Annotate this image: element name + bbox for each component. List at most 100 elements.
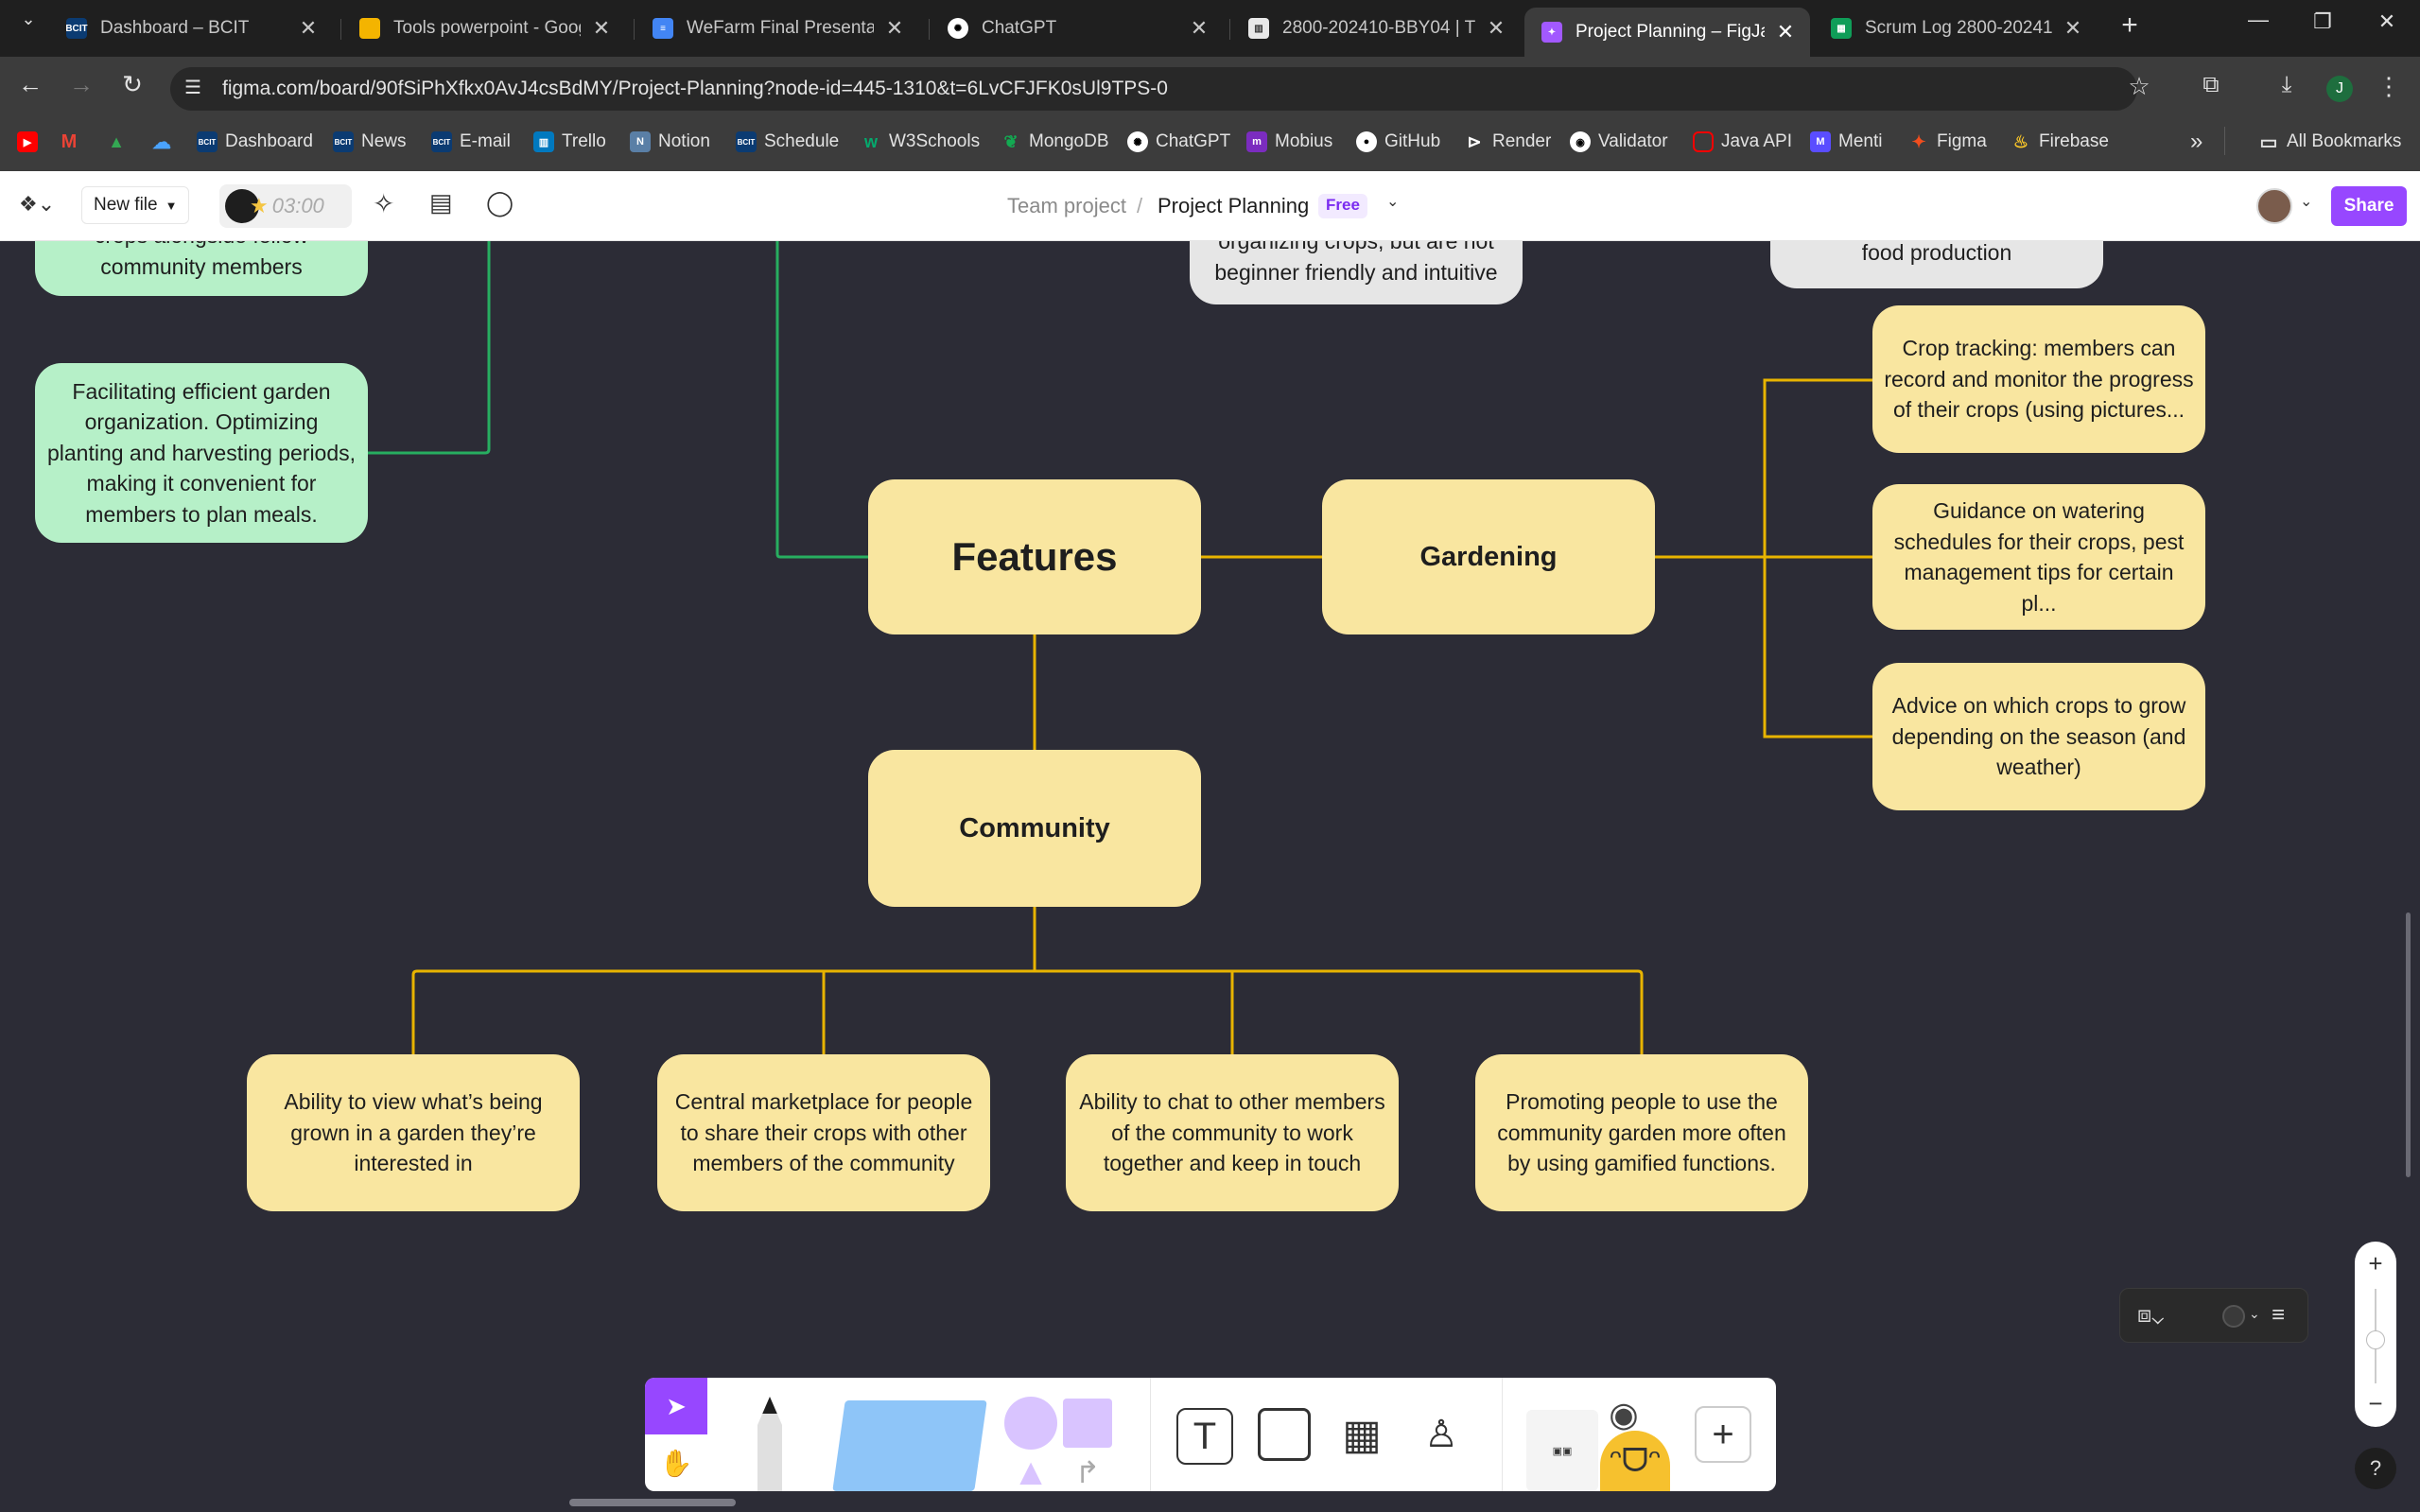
figma-menu-icon[interactable]: ❖⌄: [19, 192, 55, 217]
tab-tools-powerpoint[interactable]: Tools powerpoint - Googl ✕: [342, 9, 626, 47]
vertical-scrollbar[interactable]: [2406, 912, 2411, 1177]
minimize-icon[interactable]: —: [2239, 8, 2277, 32]
bookmark-onedrive[interactable]: ☁: [151, 130, 180, 154]
stamp-tool-icon[interactable]: ♙: [1415, 1408, 1468, 1461]
chevron-down-icon[interactable]: ⌄: [1386, 192, 1399, 211]
bookmark-chatgpt[interactable]: ✺ ChatGPT: [1127, 130, 1230, 154]
window-close-icon[interactable]: ✕: [2368, 9, 2406, 34]
bookmark-figma[interactable]: ✦ Figma: [1908, 130, 1986, 154]
close-icon[interactable]: ✕: [883, 16, 906, 41]
node-community[interactable]: Community: [868, 750, 1201, 907]
more-tools-button[interactable]: +: [1695, 1406, 1751, 1463]
close-icon[interactable]: ✕: [297, 16, 320, 41]
move-tool-icon[interactable]: ➤: [645, 1378, 707, 1434]
site-info-icon[interactable]: ☰: [176, 76, 210, 99]
tab-scrum-log[interactable]: ▦ Scrum Log 2800-202410 ✕: [1814, 9, 2098, 47]
board-canvas[interactable]: crops alongside fellow community members…: [0, 241, 2420, 1512]
sticky-community-view-garden[interactable]: Ability to view what’s being grown in a …: [247, 1054, 580, 1211]
bookmark-mobius[interactable]: m Mobius: [1246, 130, 1332, 154]
shape-icon[interactable]: ⧈⌄: [2137, 1302, 2164, 1329]
stroke-weight-icon[interactable]: ≡: [2272, 1302, 2285, 1329]
bookmark-youtube[interactable]: ▶: [17, 130, 45, 154]
tab-project-planning-figjam[interactable]: ✦ Project Planning – FigJam ✕: [1524, 8, 1810, 57]
close-icon[interactable]: ✕: [590, 16, 613, 41]
bookmark-menti[interactable]: M Menti: [1810, 130, 1882, 154]
reload-icon[interactable]: ↻: [115, 70, 149, 99]
bookmark-schedule[interactable]: BCIT Schedule: [736, 130, 839, 154]
bookmark-validator[interactable]: ◉ Validator: [1570, 130, 1668, 154]
tab-chatgpt[interactable]: ✺ ChatGPT ✕: [931, 9, 1224, 47]
tab-dashboard-bcit[interactable]: BCIT Dashboard – BCIT ✕: [49, 9, 333, 47]
templates-icon[interactable]: ▤: [429, 188, 453, 217]
new-file-button[interactable]: New file ▼: [81, 186, 190, 224]
node-gardening[interactable]: Gardening: [1322, 479, 1655, 634]
tab-search-icon[interactable]: ⌄: [9, 9, 47, 29]
bookmark-render[interactable]: ⊳ Render: [1464, 130, 1551, 154]
node-features[interactable]: Features: [868, 479, 1201, 634]
shape-square-tool-icon[interactable]: [1063, 1399, 1112, 1448]
file-name[interactable]: Project Planning: [1158, 194, 1309, 218]
help-icon[interactable]: ?: [2355, 1448, 2396, 1489]
chevron-down-icon[interactable]: ⌄: [2300, 192, 2312, 211]
horizontal-scrollbar[interactable]: [569, 1499, 736, 1506]
restore-icon[interactable]: ❐: [2304, 9, 2342, 34]
camera-widget-icon[interactable]: ◉: [1600, 1393, 1647, 1436]
comment-icon[interactable]: ◯: [486, 188, 514, 217]
zoom-slider-handle[interactable]: [2366, 1330, 2385, 1349]
plan-badge[interactable]: Free: [1318, 194, 1367, 218]
marker-tool-icon[interactable]: [751, 1397, 789, 1491]
close-icon[interactable]: ✕: [1774, 20, 1797, 44]
bookmark-notion[interactable]: N Notion: [630, 130, 710, 154]
tab-trello-board[interactable]: ▥ 2800-202410-BBY04 | Trel ✕: [1231, 9, 1521, 47]
share-button[interactable]: Share: [2331, 186, 2407, 226]
back-icon[interactable]: ←: [13, 70, 47, 99]
bookmark-github[interactable]: ● GitHub: [1356, 130, 1440, 154]
bookmark-dashboard[interactable]: BCIT Dashboard: [197, 130, 313, 154]
sticky-garden-watering[interactable]: Guidance on watering schedules for their…: [1872, 484, 2205, 630]
user-avatar[interactable]: [2256, 188, 2292, 224]
bookmark-star-icon[interactable]: ☆: [2122, 72, 2156, 101]
jambot-widget-icon[interactable]: ▣▣: [1526, 1410, 1598, 1491]
zoom-in-icon[interactable]: +: [2355, 1249, 2396, 1278]
new-tab-button[interactable]: +: [2111, 9, 2149, 42]
bookmark-news[interactable]: BCIT News: [333, 130, 407, 154]
sticky-community-chat[interactable]: Ability to chat to other members of the …: [1066, 1054, 1399, 1211]
sticky-garden-seasonal-advice[interactable]: Advice on which crops to grow depending …: [1872, 663, 2205, 810]
downloads-icon[interactable]: ⤓: [2270, 72, 2304, 98]
extensions-icon[interactable]: ⧉: [2194, 72, 2228, 98]
table-tool-icon[interactable]: ▦: [1335, 1408, 1388, 1461]
profile-avatar[interactable]: J: [2326, 76, 2353, 102]
color-swatch-icon[interactable]: [2222, 1305, 2245, 1328]
sticky-green-top[interactable]: crops alongside fellow community members: [35, 241, 368, 296]
bookmark-java-api[interactable]: Java API: [1693, 130, 1792, 154]
bookmark-email[interactable]: BCIT E-mail: [431, 130, 511, 154]
timer-widget[interactable]: ★ 03:00: [219, 184, 352, 228]
more-bookmarks-icon[interactable]: »: [2190, 129, 2202, 154]
zoom-out-icon[interactable]: −: [2355, 1389, 2396, 1418]
shape-circle-tool-icon[interactable]: [1004, 1397, 1057, 1450]
section-tool-icon[interactable]: [1258, 1408, 1311, 1461]
close-icon[interactable]: ✕: [1188, 16, 1210, 41]
tab-wefarm-presentation[interactable]: ≡ WeFarm Final Presentation ✕: [635, 9, 919, 47]
shape-triangle-tool-icon[interactable]: ▲: [1004, 1451, 1057, 1493]
chevron-down-icon[interactable]: ⌄: [2249, 1306, 2260, 1322]
connector-tool-icon[interactable]: ↱: [1063, 1453, 1112, 1491]
bookmark-gmail[interactable]: M: [59, 130, 87, 154]
bookmark-trello[interactable]: ▥ Trello: [533, 130, 606, 154]
forward-icon[interactable]: →: [64, 70, 98, 99]
menu-icon[interactable]: ⋮: [2372, 72, 2406, 101]
bookmark-mongodb[interactable]: ❦ MongoDB: [1001, 130, 1108, 154]
sticky-grey-mid[interactable]: organizing crops, but are not beginner f…: [1190, 241, 1523, 304]
sticky-note-tool-icon[interactable]: [832, 1400, 987, 1491]
text-tool-icon[interactable]: T: [1176, 1408, 1233, 1465]
sticky-grey-right[interactable]: food production: [1770, 241, 2103, 288]
emoji-widget-icon[interactable]: ᵔᗜᵔ: [1600, 1431, 1670, 1491]
sticky-garden-crop-tracking[interactable]: Crop tracking: members can record and mo…: [1872, 305, 2205, 453]
bookmark-firebase[interactable]: ♨ Firebase: [2011, 130, 2109, 154]
breadcrumb-team[interactable]: Team project: [1007, 194, 1126, 218]
bookmark-drive[interactable]: ▲: [106, 130, 134, 154]
bookmark-w3schools[interactable]: w W3Schools: [861, 130, 980, 154]
sticky-community-marketplace[interactable]: Central marketplace for people to share …: [657, 1054, 990, 1211]
close-icon[interactable]: ✕: [1485, 16, 1507, 41]
ai-sparkle-icon[interactable]: ✧: [373, 188, 394, 219]
